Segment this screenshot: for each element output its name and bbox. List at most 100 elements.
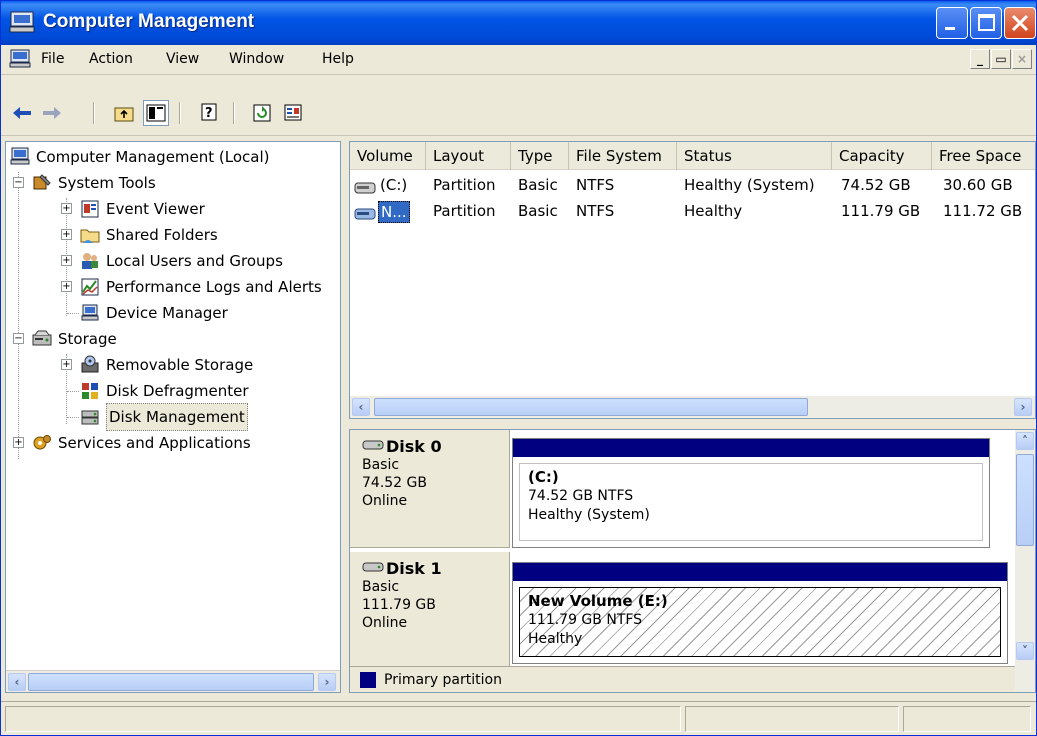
back-icon[interactable] bbox=[9, 100, 35, 126]
removable-storage-icon bbox=[80, 355, 100, 375]
tree-item-local-users[interactable]: Local Users and Groups bbox=[80, 248, 283, 274]
tree-item-system-tools[interactable]: System Tools bbox=[32, 170, 156, 196]
toolbar-separator bbox=[233, 102, 235, 124]
disk-1-info[interactable]: Disk 1 Basic 111.79 GB Online bbox=[350, 552, 510, 668]
column-header-type[interactable]: Type bbox=[511, 142, 569, 170]
properties-icon[interactable] bbox=[281, 100, 307, 126]
column-header-free-space[interactable]: Free Space bbox=[932, 142, 1035, 170]
computer-management-icon bbox=[9, 11, 35, 33]
tree-label: Removable Storage bbox=[106, 356, 254, 374]
mdi-close-button[interactable]: × bbox=[1012, 49, 1032, 69]
close-button[interactable] bbox=[1004, 7, 1036, 39]
tree-label: Shared Folders bbox=[106, 226, 218, 244]
event-viewer-icon bbox=[80, 199, 100, 219]
tree-connector bbox=[18, 172, 19, 459]
disk-0-info[interactable]: Disk 0 Basic 74.52 GB Online bbox=[350, 430, 510, 548]
scroll-up-icon[interactable]: ˄ bbox=[1016, 432, 1034, 450]
scroll-thumb[interactable] bbox=[374, 398, 808, 416]
menu-window[interactable]: Window bbox=[229, 51, 284, 67]
tree-item-services-applications[interactable]: Services and Applications bbox=[32, 430, 251, 456]
cell-layout: Partition bbox=[433, 202, 496, 220]
status-pane bbox=[5, 706, 681, 732]
disk-graphical-view[interactable]: Disk 0 Basic 74.52 GB Online (C:) 74.52 … bbox=[349, 429, 1036, 693]
minimize-button[interactable] bbox=[936, 7, 968, 39]
scroll-down-icon[interactable]: ˅ bbox=[1016, 642, 1034, 660]
maximize-button[interactable] bbox=[970, 7, 1002, 39]
partition-legend: Primary partition bbox=[350, 666, 1017, 692]
mdi-minimize-button[interactable]: _ bbox=[970, 49, 990, 69]
performance-icon bbox=[80, 277, 100, 297]
system-menu-icon[interactable] bbox=[9, 49, 31, 73]
title-bar[interactable]: Computer Management bbox=[1, 1, 1036, 45]
tree-item-disk-defragmenter[interactable]: Disk Defragmenter bbox=[80, 378, 249, 404]
volume-list[interactable]: Volume Layout Type File System Status Ca… bbox=[349, 141, 1036, 419]
expand-icon[interactable]: + bbox=[61, 359, 72, 370]
tree-item-event-viewer[interactable]: Event Viewer bbox=[80, 196, 205, 222]
cell-volume[interactable]: N... bbox=[378, 201, 410, 223]
tree-connector bbox=[67, 313, 79, 314]
column-header-capacity[interactable]: Capacity bbox=[832, 142, 932, 170]
scroll-thumb[interactable] bbox=[28, 673, 314, 691]
cell-layout: Partition bbox=[433, 176, 496, 194]
volume-c-status: Healthy (System) bbox=[528, 507, 650, 523]
menu-file[interactable]: File bbox=[41, 51, 64, 67]
column-header-volume[interactable]: Volume bbox=[350, 142, 426, 170]
menu-help[interactable]: Help bbox=[322, 51, 354, 67]
tree-item-performance-logs[interactable]: Performance Logs and Alerts bbox=[80, 274, 322, 300]
menu-view[interactable]: View bbox=[166, 51, 199, 67]
help-icon[interactable]: ? bbox=[197, 100, 223, 126]
tree-item-computer-management[interactable]: Computer Management (Local) bbox=[10, 144, 270, 170]
collapse-icon[interactable]: − bbox=[13, 333, 24, 344]
disk-0-name: Disk 0 bbox=[386, 437, 442, 456]
expand-icon[interactable]: + bbox=[61, 255, 72, 266]
tree-item-device-manager[interactable]: Device Manager bbox=[80, 300, 228, 326]
tree-label: System Tools bbox=[58, 174, 156, 192]
expand-icon[interactable]: + bbox=[61, 203, 72, 214]
cell-type: Basic bbox=[518, 176, 558, 194]
scroll-right-icon[interactable]: › bbox=[1014, 398, 1032, 416]
disk-1-size: 111.79 GB bbox=[362, 597, 436, 613]
tree-connector bbox=[67, 417, 79, 418]
scroll-left-icon[interactable]: ‹ bbox=[352, 398, 370, 416]
forward-icon[interactable] bbox=[39, 100, 65, 126]
volume-c-block[interactable]: (C:) 74.52 GB NTFS Healthy (System) bbox=[512, 438, 990, 548]
disk-view-vertical-scrollbar[interactable]: ˄ ˅ bbox=[1015, 430, 1035, 692]
tree-item-disk-management[interactable]: Disk Management bbox=[80, 403, 248, 431]
menu-action[interactable]: Action bbox=[89, 51, 133, 67]
volume-e-block[interactable]: New Volume (E:) 111.79 GB NTFS Healthy bbox=[512, 562, 1008, 664]
column-header-file-system[interactable]: File System bbox=[569, 142, 677, 170]
expand-icon[interactable]: + bbox=[61, 229, 72, 240]
tree-label: Performance Logs and Alerts bbox=[106, 278, 322, 296]
scroll-thumb[interactable] bbox=[1016, 454, 1034, 546]
mdi-restore-button[interactable]: ▭ bbox=[991, 49, 1011, 69]
tree-item-removable-storage[interactable]: Removable Storage bbox=[80, 352, 253, 378]
cell-file-system: NTFS bbox=[576, 176, 615, 194]
tree-item-storage[interactable]: Storage bbox=[32, 326, 117, 352]
scroll-left-icon[interactable]: ‹ bbox=[8, 673, 26, 691]
toolbar-separator bbox=[93, 102, 95, 124]
up-one-level-icon[interactable] bbox=[111, 100, 137, 126]
scroll-right-icon[interactable]: › bbox=[318, 673, 336, 691]
refresh-icon[interactable] bbox=[249, 100, 275, 126]
cell-free-space: 30.60 GB bbox=[943, 176, 1013, 194]
expand-icon[interactable]: + bbox=[13, 437, 24, 448]
console-tree[interactable]: Computer Management (Local) − System Too… bbox=[5, 141, 341, 693]
partition-bar bbox=[513, 563, 1007, 581]
disk-icon bbox=[362, 560, 384, 578]
computer-management-window: Computer Management File Action View Win… bbox=[0, 0, 1037, 736]
column-header-layout[interactable]: Layout bbox=[426, 142, 511, 170]
column-header-status[interactable]: Status bbox=[677, 142, 832, 170]
users-icon bbox=[80, 251, 100, 271]
tree-item-shared-folders[interactable]: Shared Folders bbox=[80, 222, 218, 248]
expand-icon[interactable]: + bbox=[61, 281, 72, 292]
toolbar: ? bbox=[1, 76, 1036, 136]
disk-1-type: Basic bbox=[362, 579, 400, 595]
services-icon bbox=[32, 433, 52, 453]
show-hide-console-tree-icon[interactable] bbox=[143, 100, 169, 126]
volume-c-details: (C:) 74.52 GB NTFS Healthy (System) bbox=[519, 463, 983, 541]
tree-horizontal-scrollbar[interactable]: ‹ › bbox=[6, 670, 340, 692]
table-row[interactable]: (C:) Partition Basic NTFS Healthy (Syste… bbox=[350, 172, 1035, 198]
collapse-icon[interactable]: − bbox=[13, 177, 24, 188]
table-row[interactable]: N... Partition Basic NTFS Healthy 111.79… bbox=[350, 198, 1035, 224]
volume-list-horizontal-scrollbar[interactable]: ‹ › bbox=[350, 396, 1035, 418]
